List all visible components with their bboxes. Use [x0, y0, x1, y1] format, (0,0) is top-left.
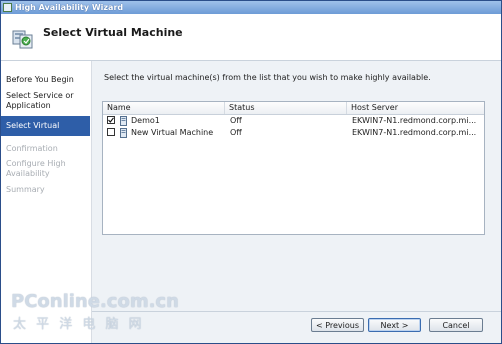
watermark: PConline.com.cn 太 平 洋 电 脑 网	[11, 291, 201, 332]
main-panel: Select the virtual machine(s) from the l…	[92, 61, 501, 311]
list-item[interactable]: Demo1 Off EKWIN7-N1.redmond.corp.mi...	[103, 115, 484, 127]
virtual-machine-icon	[120, 116, 127, 126]
step-configure-high-availability: Configure High Availability	[6, 159, 66, 178]
wizard-header: Select Virtual Machine	[1, 14, 501, 61]
step-summary: Summary	[6, 185, 45, 194]
step-select-service[interactable]: Select Service or Application	[6, 91, 88, 111]
vm-list[interactable]: Name Status Host Server Demo1 Off EKWIN7…	[102, 101, 485, 235]
title-bar[interactable]: High Availability Wizard	[1, 1, 501, 14]
watermark-line-1: PConline.com.cn	[11, 291, 179, 312]
vm-status: Off	[230, 116, 242, 125]
vm-host-server: EKWIN7-N1.redmond.corp.mi...	[352, 116, 477, 125]
previous-button[interactable]: < Previous	[311, 318, 364, 332]
vm-host-server: EKWIN7-N1.redmond.corp.mi...	[352, 128, 477, 137]
list-header: Name Status Host Server	[103, 102, 484, 115]
vm-status: Off	[230, 128, 242, 137]
cancel-button[interactable]: Cancel	[429, 318, 483, 332]
list-item[interactable]: New Virtual Machine Off EKWIN7-N1.redmon…	[103, 127, 484, 139]
vm-name: New Virtual Machine	[131, 128, 214, 137]
next-button[interactable]: Next >	[368, 318, 421, 332]
cluster-vm-icon	[12, 30, 33, 49]
column-host-server[interactable]: Host Server	[347, 102, 484, 114]
window-title: High Availability Wizard	[15, 3, 124, 12]
check-mark-icon	[108, 117, 114, 123]
column-name[interactable]: Name	[103, 102, 225, 114]
watermark-line-2: 太 平 洋 电 脑 网	[13, 317, 145, 332]
virtual-machine-icon	[120, 128, 127, 138]
vm-checkbox[interactable]	[107, 128, 115, 136]
instruction-text: Select the virtual machine(s) from the l…	[104, 73, 431, 82]
vm-name: Demo1	[131, 116, 160, 125]
column-status[interactable]: Status	[225, 102, 347, 114]
step-select-virtual-machine[interactable]: Select Virtual Machine	[1, 116, 90, 150]
wizard-app-icon	[3, 3, 12, 12]
step-before-you-begin[interactable]: Before You Begin	[6, 75, 88, 85]
wizard-window: High Availability Wizard Select Virtual …	[0, 0, 502, 344]
vm-checkbox[interactable]	[107, 116, 115, 124]
page-title: Select Virtual Machine	[43, 26, 183, 39]
step-confirmation: Confirmation	[6, 144, 58, 153]
